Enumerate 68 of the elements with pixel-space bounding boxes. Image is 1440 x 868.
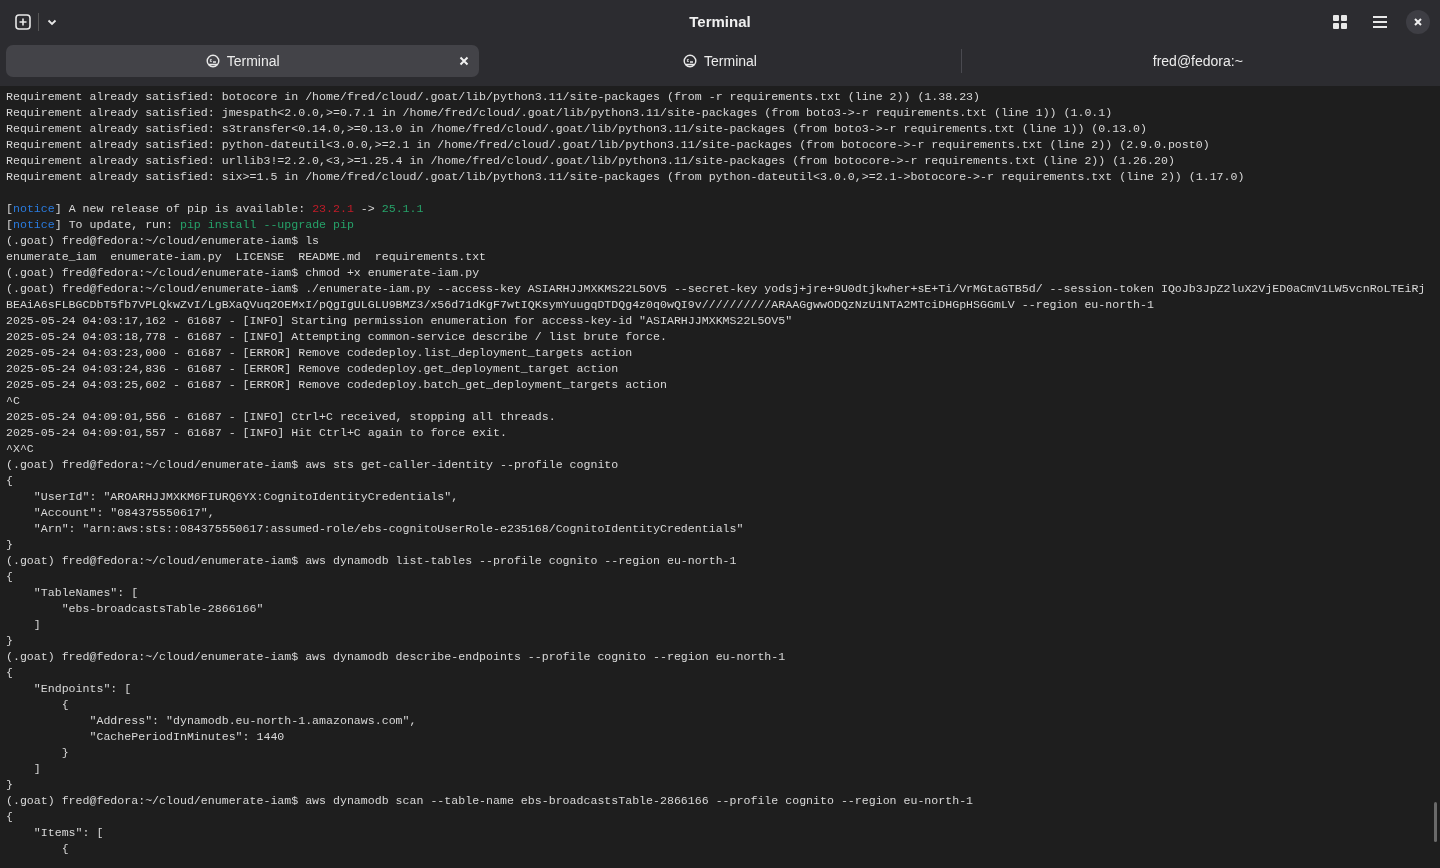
terminal-line: Requirement already satisfied: botocore in /home/fred/cloud/.goat/lib/python3.11/site-packages (from -r requirements.txt (line 2)) (1.38.23) xyxy=(6,89,981,105)
terminal-line: 2025-05-24 04:09:01,556 - 61687 - [INFO] Ctrl+C received, stopping all threads. xyxy=(6,409,556,425)
terminal-text: notice xyxy=(12,217,55,233)
terminal-line: { xyxy=(6,569,13,585)
close-button[interactable] xyxy=(1406,10,1430,34)
terminal-text: pip install --upgrade pip xyxy=(179,217,354,233)
terminal-text: -> xyxy=(359,201,376,217)
terminal-line: "Items": [ xyxy=(32,825,104,841)
terminal-line: Requirement already satisfied: s3transfer<0.14.0,>=0.13.0 in /home/fred/cloud/.goat/lib/python3.11/site-packages (from boto3->-r requirements.txt (line 1)) (0.13.0) xyxy=(6,121,1147,137)
terminal-line: { xyxy=(6,665,13,681)
terminal-line: 2025-05-24 04:03:25,602 - 61687 - [ERROR] Remove codedeploy.batch_get_deployment_targets action xyxy=(6,377,667,393)
terminal-line: Requirement already satisfied: jmespath<2.0.0,>=0.7.1 in /home/fred/cloud/.goat/lib/python3.11/site-packages (from boto3->-r requirements.txt (line 1)) (1.0.1) xyxy=(6,105,1113,121)
terminal-text: 25.1.1 xyxy=(381,201,424,217)
terminal-line: "TableNames": [ xyxy=(32,585,139,601)
window-title: Terminal xyxy=(688,11,752,32)
terminal-line: { xyxy=(6,809,13,825)
terminal-line: (.goat) fred@fedora:~/cloud/enumerate-iam$ ./enumerate-iam.py --access-key ASIARHJJMXKMS22L5OV5 --secret-key yodsj+jre+9U0dtjkwher+sE+Ti/VrMGtaGTB5d/ --session-token IQoJb3JpZ2luX2VjED0aCmV1LW5vcnRoLTEiRj xyxy=(6,281,1426,297)
terminal-line: "Endpoints": [ xyxy=(32,681,132,697)
terminal-text: 23.2.1 xyxy=(312,201,354,217)
menu-icon xyxy=(1372,15,1388,29)
terminal-line: "ebs-broadcastsTable-2866166" xyxy=(60,601,264,617)
terminal-line: (.goat) fred@fedora:~/cloud/enumerate-iam$ ls xyxy=(6,233,320,249)
terminal-line: "Arn": "arn:aws:sts::084375550617:assumed-role/ebs-cognitoUserRole-e235168/CognitoIdentityCredentials" xyxy=(32,521,744,537)
terminal-line: "Address": "dynamodb.eu-north-1.amazonaws.com", xyxy=(88,713,417,729)
terminal-line: BEAiA6sFLBGCDbT5fb7VPLQkwZvI/LgBXaQVuq2OEMxI/pQgIgULGLU9BMZ3/x56d71dKgF7wtIQKsymYuugqDTDQg4z0q0wQI9v//////////ARAAGgwwODQzNzU1NTA2MTciDHGpHSGGmLV --region eu-north-1 xyxy=(6,297,1154,313)
terminal-text: [ xyxy=(6,217,13,233)
terminal-line: enumerate_iam enumerate-iam.py LICENSE README.md requirements.txt xyxy=(6,249,487,265)
terminal-line: Requirement already satisfied: urllib3!=2.2.0,<3,>=1.25.4 in /home/fred/cloud/.goat/lib/python3.11/site-packages (from botocore->-r requirements.txt (line 2)) (1.26.20) xyxy=(6,153,1175,169)
terminal-line: ] xyxy=(32,761,41,777)
terminal-line: 2025-05-24 04:03:23,000 - 61687 - [ERROR] Remove codedeploy.list_deployment_targets action xyxy=(6,345,633,361)
tab[interactable]: Terminal xyxy=(483,45,957,77)
terminal-line: } xyxy=(6,777,13,793)
terminal-line: 2025-05-24 04:03:24,836 - 61687 - [ERROR] Remove codedeploy.get_deployment_target action xyxy=(6,361,619,377)
terminal-line: (.goat) fred@fedora:~/cloud/enumerate-iam$ aws dynamodb scan --table-name ebs-broadcastsTable-2866166 --profile cognito --region eu-north-1 xyxy=(6,793,974,809)
terminal-text: ] To update, run: xyxy=(54,217,174,233)
terminal-line: ^X^C xyxy=(6,441,34,457)
tab[interactable]: fred@fedora:~ xyxy=(961,45,1434,77)
terminal-line: "UserId": "AROARHJJMXKM6FIURQ6YX:CognitoIdentityCredentials", xyxy=(32,489,459,505)
tab-terminal-icon xyxy=(205,54,220,68)
grid-icon xyxy=(1333,15,1347,29)
terminal-line: } xyxy=(60,745,69,761)
terminal-line: 2025-05-24 04:03:18,778 - 61687 - [INFO] Attempting common-service describe / list brute force. xyxy=(6,329,667,345)
tab-terminal-icon xyxy=(683,54,698,68)
terminal-line: (.goat) fred@fedora:~/cloud/enumerate-iam$ aws sts get-caller-identity --profile cognito xyxy=(6,457,619,473)
terminal-line: Requirement already satisfied: python-dateutil<3.0.0,>=2.1 in /home/fred/cloud/.goat/lib/python3.11/site-packages (from botocore->-r requirements.txt (line 2)) (2.9.0.post0) xyxy=(6,137,1210,153)
terminal-line: 2025-05-24 04:03:17,162 - 61687 - [INFO] Starting permission enumeration for access-key-id "ASIARHJJMXKMS22L5OV5" xyxy=(6,313,793,329)
plus-icon xyxy=(15,14,31,30)
terminal-line: "CachePeriodInMinutes": 1440 xyxy=(88,729,285,745)
terminal-line: (.goat) fred@fedora:~/cloud/enumerate-iam$ aws dynamodb describe-endpoints --profile cognito --region eu-north-1 xyxy=(6,649,786,665)
terminal-text: [ xyxy=(6,201,13,217)
terminal-text: notice xyxy=(12,201,55,217)
terminal-line: { xyxy=(60,697,69,713)
terminal-line: ^C xyxy=(6,393,20,409)
terminal-line: { xyxy=(60,841,69,857)
terminal-line: { xyxy=(6,473,13,489)
tab-close-icon[interactable] xyxy=(459,56,470,66)
terminal-line: (.goat) fred@fedora:~/cloud/enumerate-iam$ chmod +x enumerate-iam.py xyxy=(6,265,480,281)
terminal-line: Requirement already satisfied: six>=1.5 in /home/fred/cloud/.goat/lib/python3.11/site-packages (from python-dateutil<3.0.0,>=2.1->botocore->-r requirements.txt (line 2)) (1.17.0) xyxy=(6,169,1245,185)
terminal-line: 2025-05-24 04:09:01,557 - 61687 - [INFO] Hit Ctrl+C again to force exit. xyxy=(6,425,507,441)
terminal-line: ] xyxy=(32,617,41,633)
tab[interactable]: Terminal xyxy=(6,45,480,77)
terminal-line: } xyxy=(6,537,13,553)
scrollbar[interactable] xyxy=(1434,802,1437,842)
terminal-line: (.goat) fred@fedora:~/cloud/enumerate-iam$ aws dynamodb list-tables --profile cognito --region eu-north-1 xyxy=(6,553,737,569)
terminal-line: } xyxy=(6,633,13,649)
terminal-line: "Account": "084375550617", xyxy=(32,505,215,521)
close-icon xyxy=(1413,17,1423,27)
terminal-text: ] A new release of pip is available: xyxy=(54,201,307,217)
